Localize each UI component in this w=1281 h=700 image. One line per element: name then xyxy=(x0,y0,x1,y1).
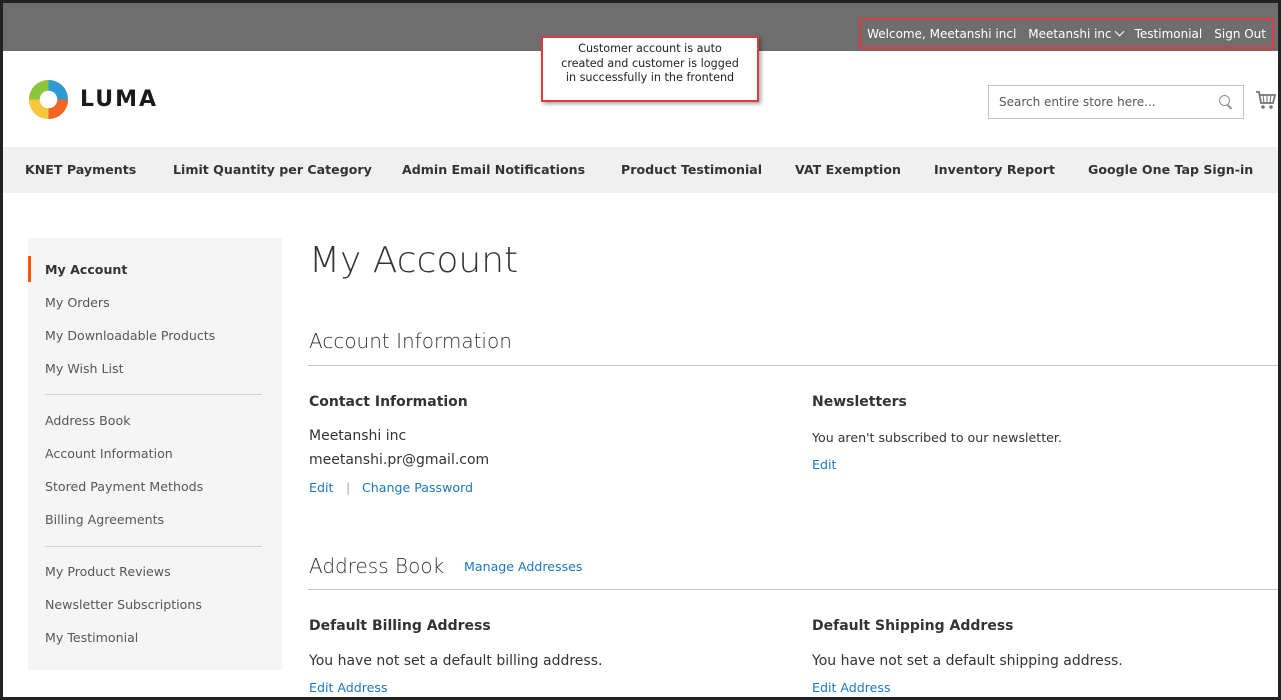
contact-information-title: Contact Information xyxy=(309,394,468,410)
nav-item-vat-exemption[interactable]: VAT Exemption xyxy=(795,162,901,177)
default-shipping-title: Default Shipping Address xyxy=(812,618,1014,634)
contact-name: Meetanshi inc xyxy=(309,428,407,444)
sign-out-link[interactable]: Sign Out xyxy=(1214,27,1266,41)
sidebar-item-downloadable-products[interactable]: My Downloadable Products xyxy=(45,328,215,343)
callout-line: Customer account is auto xyxy=(578,42,722,55)
nav-item-google-one-tap[interactable]: Google One Tap Sign-in xyxy=(1088,162,1253,177)
default-billing-title: Default Billing Address xyxy=(309,618,491,634)
newsletters-title: Newsletters xyxy=(812,394,907,410)
account-information-title: Account Information xyxy=(309,329,512,353)
sidebar-item-account-information[interactable]: Account Information xyxy=(45,446,173,461)
section-divider xyxy=(308,365,1278,366)
nav-item-inventory-report[interactable]: Inventory Report xyxy=(934,162,1055,177)
nav-item-product-testimonial[interactable]: Product Testimonial xyxy=(621,162,762,177)
active-indicator xyxy=(28,256,31,282)
account-dropdown[interactable]: Meetanshi inc xyxy=(1028,26,1125,41)
nav-item-limit-quantity[interactable]: Limit Quantity per Category xyxy=(173,162,372,177)
sidebar-item-my-account[interactable]: My Account xyxy=(45,262,127,277)
edit-shipping-address-link[interactable]: Edit Address xyxy=(812,680,891,695)
change-password-link[interactable]: Change Password xyxy=(362,480,473,495)
edit-billing-address-link[interactable]: Edit Address xyxy=(309,680,388,695)
address-book-title: Address Book xyxy=(309,554,445,578)
sidebar-item-address-book[interactable]: Address Book xyxy=(45,413,131,428)
logo[interactable]: LUMA xyxy=(27,78,158,121)
callout-line: created and customer is logged xyxy=(561,56,739,70)
top-links: Welcome, Meetanshi incl Meetanshi inc Te… xyxy=(859,18,1274,49)
shipping-address-text: You have not set a default shipping addr… xyxy=(812,653,1123,669)
account-sidebar: My Account My Orders My Downloadable Pro… xyxy=(28,238,282,670)
billing-address-text: You have not set a default billing addre… xyxy=(309,653,603,669)
search-placeholder: Search entire store here... xyxy=(999,95,1156,109)
callout-line: in successfully in the frontend xyxy=(565,71,735,84)
luma-logo-icon xyxy=(28,79,69,120)
section-divider xyxy=(308,589,1278,590)
sidebar-item-newsletter-subscriptions[interactable]: Newsletter Subscriptions xyxy=(45,597,202,612)
contact-email: meetanshi.pr@gmail.com xyxy=(309,452,490,468)
sidebar-item-my-orders[interactable]: My Orders xyxy=(45,295,110,310)
main-navigation: KNET Payments Limit Quantity per Categor… xyxy=(3,147,1278,193)
sidebar-item-billing-agreements[interactable]: Billing Agreements xyxy=(45,512,164,527)
sidebar-divider xyxy=(45,394,262,395)
page-title: My Account xyxy=(309,240,519,281)
cart-icon[interactable] xyxy=(1255,89,1277,111)
manage-addresses-link[interactable]: Manage Addresses xyxy=(464,559,583,574)
search-icon[interactable] xyxy=(1219,95,1233,109)
welcome-message: Welcome, Meetanshi incl xyxy=(867,26,1017,41)
edit-contact-link[interactable]: Edit xyxy=(309,480,333,495)
nav-item-knet-payments[interactable]: KNET Payments xyxy=(25,162,136,177)
edit-newsletter-link[interactable]: Edit xyxy=(812,457,836,472)
account-name: Meetanshi inc xyxy=(1028,26,1112,41)
sidebar-item-product-reviews[interactable]: My Product Reviews xyxy=(45,564,171,579)
link-separator: | xyxy=(346,480,351,495)
newsletter-status: You aren't subscribed to our newsletter. xyxy=(812,430,1062,445)
chevron-down-icon xyxy=(1114,26,1125,36)
search-input[interactable]: Search entire store here... xyxy=(988,85,1244,119)
sidebar-item-wish-list[interactable]: My Wish List xyxy=(45,361,124,376)
testimonial-link[interactable]: Testimonial xyxy=(1135,27,1203,41)
sidebar-divider xyxy=(45,546,262,547)
logo-text: LUMA xyxy=(80,87,159,112)
annotation-callout: Customer account is auto created and cus… xyxy=(541,36,759,102)
nav-item-admin-email[interactable]: Admin Email Notifications xyxy=(402,162,585,177)
sidebar-item-my-testimonial[interactable]: My Testimonial xyxy=(45,630,138,645)
sidebar-item-stored-payment[interactable]: Stored Payment Methods xyxy=(45,479,203,494)
